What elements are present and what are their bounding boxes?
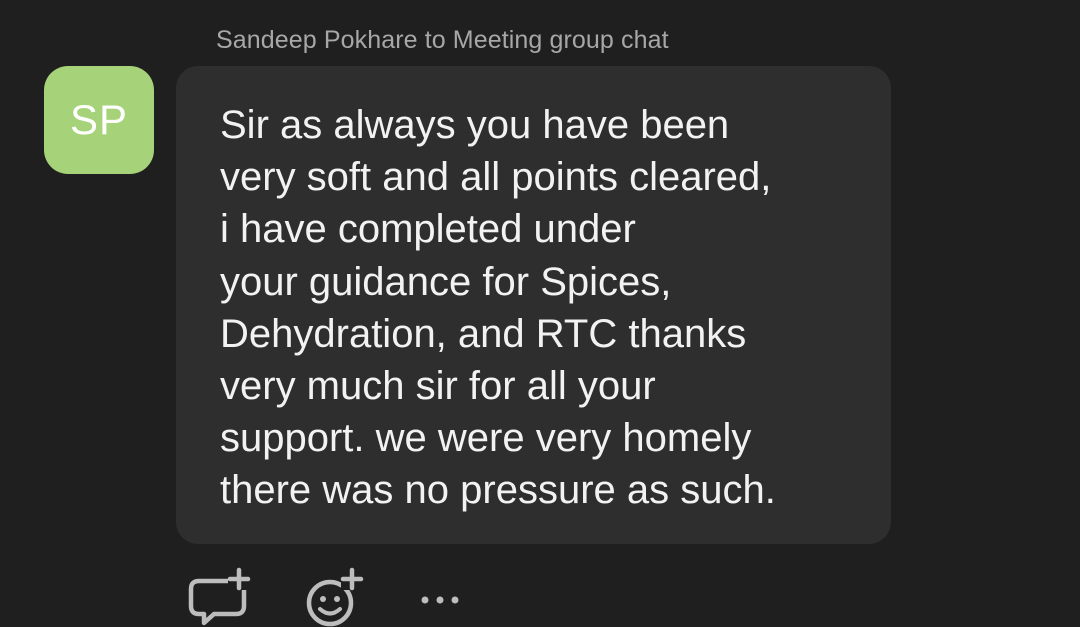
comment-add-icon <box>188 567 251 626</box>
message-actions <box>186 566 486 627</box>
message-line: i have completed under <box>220 207 636 252</box>
message-line: Sir as always you have been <box>220 103 730 147</box>
message-text: Sir as always you have been very soft an… <box>220 99 776 517</box>
message-line: there was no pressure as such. <box>220 468 776 513</box>
reply-button[interactable] <box>186 566 256 627</box>
message-line: very soft and all points cleared, <box>220 155 772 200</box>
message-line: support. we were very homely <box>220 416 752 461</box>
chat-screen: Sandeep Pokhare to Meeting group chat SP… <box>0 0 1080 627</box>
more-options-button[interactable] <box>416 588 466 612</box>
message-line: very much sir for all your <box>220 364 656 409</box>
avatar[interactable]: SP <box>44 66 154 174</box>
avatar-initials: SP <box>69 96 129 143</box>
message-line: your guidance for Spices, <box>220 259 672 304</box>
sender-header: Sandeep Pokhare to Meeting group chat <box>216 26 669 54</box>
emoji-add-icon <box>306 567 366 627</box>
react-button[interactable] <box>302 566 372 627</box>
more-horizontal-icon <box>421 596 459 604</box>
message-line: Dehydration, and RTC thanks <box>220 311 747 356</box>
